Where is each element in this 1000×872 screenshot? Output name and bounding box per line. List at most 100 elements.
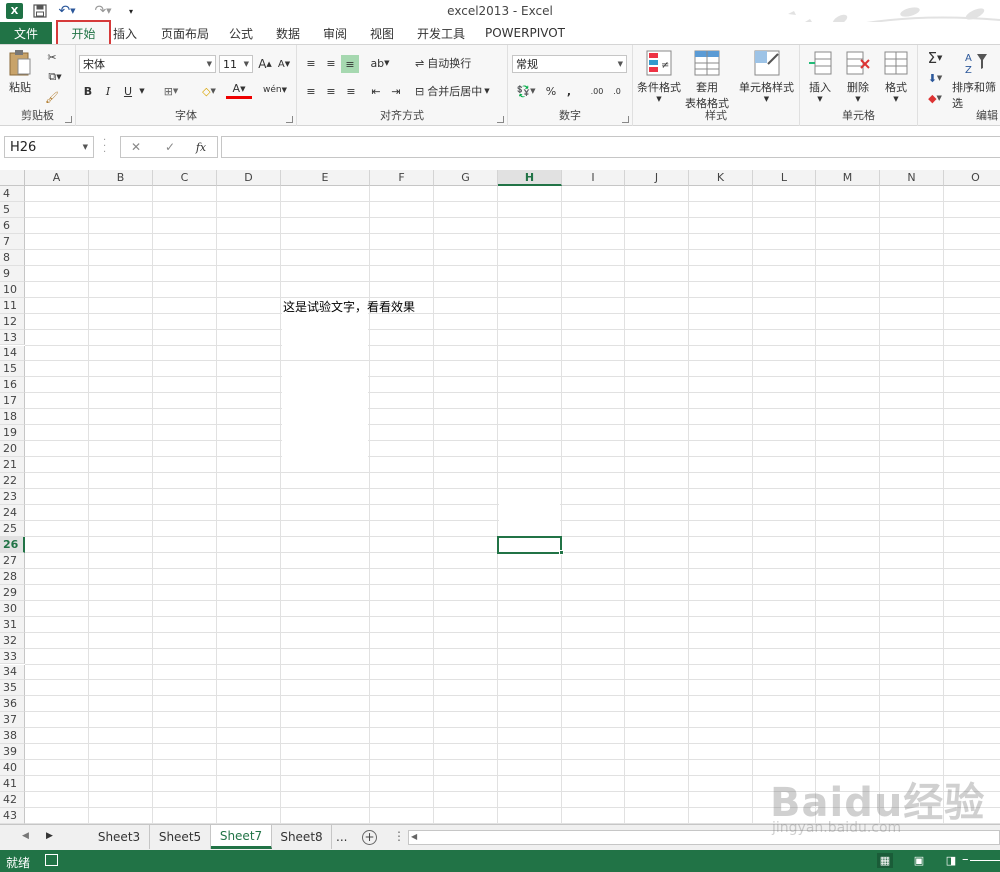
align-top-icon[interactable]: ≡: [303, 55, 319, 71]
column-header-o[interactable]: O: [944, 170, 1000, 186]
tab-insert[interactable]: 插入: [113, 22, 137, 44]
format-cells-button[interactable]: 格式 ▼: [882, 49, 910, 103]
align-bottom-icon[interactable]: ≡: [341, 55, 359, 73]
row-header-29[interactable]: 29: [0, 584, 25, 601]
cell-styles-button[interactable]: 单元格样式 ▼: [739, 49, 794, 103]
row-header-32[interactable]: 32: [0, 632, 25, 649]
column-header-h[interactable]: H: [498, 170, 562, 186]
zoom-out-icon[interactable]: –: [962, 852, 969, 867]
conditional-format-button[interactable]: ≠ 条件格式 ▼: [637, 49, 681, 103]
paste-button[interactable]: 粘贴: [6, 49, 34, 95]
fill-handle[interactable]: [559, 549, 564, 555]
sheet-tab-sheet7[interactable]: Sheet7: [211, 825, 272, 849]
zoom-slider[interactable]: [970, 860, 1000, 861]
column-header-l[interactable]: L: [753, 170, 816, 186]
increase-decimal-icon[interactable]: .00: [588, 83, 606, 99]
tab-developer[interactable]: 开发工具: [417, 22, 465, 44]
wrap-text-button[interactable]: ⇌ 自动换行: [415, 55, 495, 71]
underline-dropdown-icon[interactable]: ▼: [138, 83, 146, 99]
tab-powerpivot[interactable]: POWERPIVOT: [485, 22, 565, 44]
row-header-5[interactable]: 5: [0, 201, 25, 218]
delete-cells-button[interactable]: 删除 ▼: [844, 49, 872, 103]
row-header-15[interactable]: 15: [0, 361, 25, 378]
column-header-d[interactable]: D: [217, 170, 281, 186]
row-header-23[interactable]: 23: [0, 489, 25, 505]
tab-view[interactable]: 视图: [370, 22, 394, 44]
select-all-button[interactable]: [0, 170, 25, 186]
row-header-33[interactable]: 33: [0, 648, 25, 665]
increase-indent-icon[interactable]: ⇥: [387, 83, 405, 99]
row-header-37[interactable]: 37: [0, 712, 25, 729]
tab-page-layout[interactable]: 页面布局: [161, 22, 209, 44]
number-format-select[interactable]: 常规 ▼: [512, 55, 627, 73]
copy-icon[interactable]: ⧉ ▼: [44, 69, 66, 85]
row-header-40[interactable]: 40: [0, 760, 25, 777]
column-header-n[interactable]: N: [880, 170, 944, 186]
decrease-decimal-icon[interactable]: .0: [608, 83, 626, 99]
row-header-6[interactable]: 6: [0, 217, 25, 234]
row-header-36[interactable]: 36: [0, 696, 25, 713]
column-header-c[interactable]: C: [153, 170, 217, 186]
row-header-8[interactable]: 8: [0, 249, 25, 266]
align-center-icon[interactable]: ≡: [323, 83, 339, 99]
fill-color-icon[interactable]: ◇ ▼: [196, 83, 222, 99]
cell-e11-text[interactable]: 这是试验文字，看看效果: [283, 298, 415, 315]
tab-formulas[interactable]: 公式: [229, 22, 253, 44]
column-header-g[interactable]: G: [434, 170, 498, 186]
autosum-icon[interactable]: Σ ▼: [922, 49, 948, 67]
page-layout-view-icon[interactable]: ▣: [911, 853, 927, 868]
row-header-4[interactable]: 4: [0, 186, 25, 202]
sort-filter-button[interactable]: AZ 排序和筛选: [952, 49, 1000, 111]
row-header-20[interactable]: 20: [0, 441, 25, 458]
orientation-icon[interactable]: ab ▼: [369, 55, 391, 71]
tab-home[interactable]: 开始: [56, 20, 111, 46]
more-sheets-button[interactable]: ...: [336, 830, 347, 844]
insert-function-icon[interactable]: fx: [189, 138, 213, 156]
font-launcher-icon[interactable]: [286, 116, 293, 123]
row-header-38[interactable]: 38: [0, 728, 25, 745]
insert-cells-button[interactable]: 插入 ▼: [806, 49, 834, 103]
row-header-34[interactable]: 34: [0, 664, 25, 681]
active-cell-h26[interactable]: [497, 535, 562, 554]
column-header-m[interactable]: M: [816, 170, 880, 186]
row-header-16[interactable]: 16: [0, 377, 25, 394]
sheet-tab-sheet5[interactable]: Sheet5: [150, 825, 211, 849]
column-header-k[interactable]: K: [689, 170, 753, 186]
row-header-30[interactable]: 30: [0, 600, 25, 617]
name-box-dropdown-icon[interactable]: ▼: [83, 143, 88, 151]
increase-font-icon[interactable]: A ▲: [257, 56, 273, 72]
column-header-b[interactable]: B: [89, 170, 153, 186]
row-header-31[interactable]: 31: [0, 616, 25, 633]
cancel-icon[interactable]: ✕: [124, 138, 148, 156]
next-sheet-icon[interactable]: ▶: [46, 831, 53, 841]
decrease-indent-icon[interactable]: ⇤: [367, 83, 385, 99]
formula-bar-grip-icon[interactable]: · · ·: [103, 136, 113, 158]
column-header-a[interactable]: A: [25, 170, 89, 186]
percent-button[interactable]: %: [544, 83, 558, 99]
row-header-12[interactable]: 12: [0, 313, 25, 330]
row-header-28[interactable]: 28: [0, 568, 25, 585]
format-painter-icon[interactable]: 🖌: [44, 89, 60, 105]
row-header-26[interactable]: 26: [0, 536, 25, 553]
row-header-11[interactable]: 11: [0, 297, 25, 314]
column-header-i[interactable]: I: [562, 170, 625, 186]
row-header-9[interactable]: 9: [0, 265, 25, 282]
enter-icon[interactable]: ✓: [158, 138, 182, 156]
worksheet-grid[interactable]: ABCDEFGHIJKLMNO 4 5 6 7 8 9 10 11 12 13 14 15 16 17 18…: [0, 170, 1000, 824]
row-header-35[interactable]: 35: [0, 680, 25, 697]
normal-view-icon[interactable]: ▦: [877, 853, 893, 868]
row-header-24[interactable]: 24: [0, 505, 25, 521]
row-header-17[interactable]: 17: [0, 393, 25, 410]
row-header-21[interactable]: 21: [0, 457, 25, 474]
tab-file[interactable]: 文件: [0, 22, 52, 44]
row-header-25[interactable]: 25: [0, 520, 25, 537]
row-header-18[interactable]: 18: [0, 409, 25, 426]
scroll-left-icon[interactable]: ◀: [411, 832, 417, 841]
formula-input[interactable]: [221, 136, 1000, 158]
row-header-42[interactable]: 42: [0, 792, 25, 809]
tab-split-handle-icon[interactable]: ⋮: [393, 829, 405, 843]
merge-center-button[interactable]: ⊟ 合并后居中 ▼: [415, 83, 505, 99]
row-header-39[interactable]: 39: [0, 744, 25, 761]
row-header-22[interactable]: 22: [0, 473, 25, 490]
column-header-e[interactable]: E: [281, 170, 370, 186]
